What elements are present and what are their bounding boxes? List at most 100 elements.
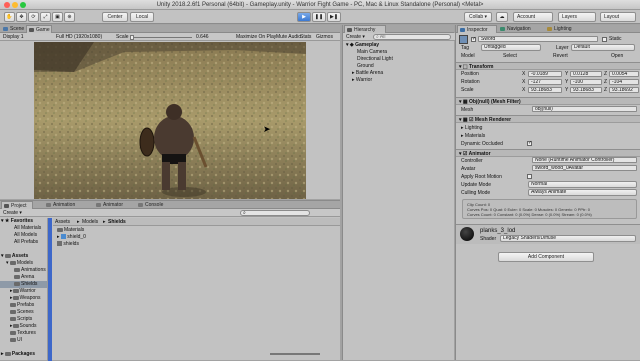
tab-hierarchy[interactable]: Hierarchy <box>344 25 386 33</box>
rotate-tool-button[interactable]: ⟳ <box>28 12 39 22</box>
rotation-y-field[interactable]: -100 <box>570 79 602 85</box>
move-tool-button[interactable]: ✥ <box>16 12 27 22</box>
gizmos-dropdown[interactable]: Gizmos <box>316 34 333 40</box>
update-mode-dropdown[interactable]: Normal <box>528 181 637 188</box>
tab-animation[interactable]: Animation <box>44 201 82 209</box>
materials-foldout[interactable]: ▸ Materials <box>461 133 485 139</box>
tab-lighting[interactable]: Lighting <box>545 25 585 33</box>
tree-scenes[interactable]: Scenes <box>0 309 47 316</box>
hierarchy-item-main-camera[interactable]: Main Camera <box>343 49 454 56</box>
maximize-on-play-toggle[interactable]: Maximize On Play <box>236 34 276 40</box>
project-create-dropdown[interactable]: Create ▾ <box>3 210 22 216</box>
display-dropdown[interactable]: Display 1 <box>3 34 24 40</box>
tree-textures[interactable]: Textures <box>0 330 47 337</box>
hierarchy-item-ground[interactable]: Ground <box>343 63 454 70</box>
tab-project[interactable]: Project <box>1 201 33 209</box>
layout-dropdown[interactable]: Layout <box>600 12 636 22</box>
account-dropdown[interactable]: Account <box>513 12 553 22</box>
tree-animations[interactable]: Animations <box>0 267 47 274</box>
file-shields[interactable]: shields <box>57 241 177 248</box>
rect-tool-button[interactable]: ▣ <box>52 12 63 22</box>
tree-arena[interactable]: Arena <box>0 274 47 281</box>
tree-scrollbar[interactable] <box>48 218 52 361</box>
rotation-x-field[interactable]: -127 <box>528 79 562 85</box>
favorites-item[interactable]: ▾ ★ Favorites <box>0 218 47 225</box>
breadcrumb-shields[interactable]: Shields <box>108 219 126 225</box>
tree-scripts[interactable]: Scripts <box>0 316 47 323</box>
prefab-select-button[interactable]: Select <box>503 53 517 59</box>
favorites-all-materials[interactable]: All Materials <box>0 225 47 232</box>
tree-sounds[interactable]: ▸ Sounds <box>0 323 47 330</box>
favorites-all-models[interactable]: All Models <box>0 232 47 239</box>
hierarchy-create-dropdown[interactable]: Create ▾ <box>346 34 365 40</box>
hierarchy-scene-root[interactable]: ▾ ◆ Gameplay <box>343 42 454 49</box>
scale-tool-button[interactable]: ⤢ <box>40 12 51 22</box>
prefab-revert-button[interactable]: Revert <box>553 53 568 59</box>
scale-slider[interactable] <box>130 35 192 40</box>
stats-toggle[interactable]: Stats <box>300 34 311 40</box>
scale-slider-handle[interactable] <box>130 35 134 40</box>
mute-audio-toggle[interactable]: Mute Audio <box>276 34 301 40</box>
tab-navigation[interactable]: Navigation <box>498 25 544 33</box>
object-active-checkbox[interactable]: ✓ <box>471 37 476 42</box>
step-button[interactable]: ▶❚ <box>327 12 341 22</box>
file-materials[interactable]: Materials <box>57 227 177 234</box>
object-name-field[interactable]: Sword <box>478 36 598 42</box>
tag-dropdown[interactable]: Untagged <box>481 44 541 51</box>
resolution-dropdown[interactable]: Full HD (1920x1080) <box>56 34 102 40</box>
breadcrumb-assets[interactable]: Assets <box>55 219 70 225</box>
minimize-window-icon[interactable] <box>12 2 18 8</box>
pivot-local-button[interactable]: Local <box>130 12 154 22</box>
controller-field[interactable]: None (Runtime Animator Controller) <box>532 157 637 163</box>
tree-warrior[interactable]: ▸ Warrior <box>0 288 47 295</box>
tree-packages[interactable]: ▸ Packages <box>0 351 47 358</box>
tree-weapons[interactable]: ▸ Weapons <box>0 295 47 302</box>
play-button[interactable]: ▶ <box>297 12 311 22</box>
add-component-button[interactable]: Add Component <box>498 252 594 262</box>
prefab-open-button[interactable]: Open <box>611 53 623 59</box>
animator-header[interactable]: ▾ ☑ Animator <box>456 149 640 157</box>
pause-button[interactable]: ❚❚ <box>312 12 326 22</box>
tab-console[interactable]: Console <box>136 201 172 209</box>
hierarchy-item-warrior[interactable]: ▸ Warrior <box>343 77 454 84</box>
rotation-z-field[interactable]: -104 <box>609 79 639 85</box>
hierarchy-item-directional-light[interactable]: Directional Light <box>343 56 454 63</box>
collab-dropdown[interactable]: Collab ▾ <box>464 12 492 22</box>
tree-ui[interactable]: UI <box>0 337 47 344</box>
tree-prefabs[interactable]: Prefabs <box>0 302 47 309</box>
hand-tool-button[interactable]: ✋ <box>4 12 15 22</box>
tree-shields-selected[interactable]: Shields <box>0 281 47 288</box>
mesh-field[interactable]: obj(null) <box>532 106 637 112</box>
assets-item[interactable]: ▾ Assets <box>0 253 47 260</box>
mesh-renderer-header[interactable]: ▾ ▦ ☑ Mesh Renderer <box>456 115 640 123</box>
transform-tool-button[interactable]: ⊕ <box>64 12 75 22</box>
tab-inspector[interactable]: Inspector <box>457 25 497 33</box>
scale-x-field[interactable]: 93.18683 <box>528 87 562 93</box>
zoom-window-icon[interactable] <box>20 2 26 8</box>
position-x-field[interactable]: -0.0189 <box>528 71 562 77</box>
layers-dropdown[interactable]: Layers <box>558 12 596 22</box>
icon-size-slider[interactable] <box>270 353 320 355</box>
file-shield-0[interactable]: ▸ shield_0 <box>57 234 177 241</box>
hierarchy-item-battle-arena[interactable]: ▸ Battle Arena <box>343 70 454 77</box>
mesh-filter-header[interactable]: ▾ ▦ Obj(null) (Mesh Filter) <box>456 97 640 105</box>
dynamic-occluded-checkbox[interactable]: ✓ <box>527 141 532 146</box>
game-viewport[interactable]: ➤ <box>34 42 306 199</box>
lighting-foldout[interactable]: ▸ Lighting <box>461 125 482 131</box>
breadcrumb-models[interactable]: Models <box>82 219 98 225</box>
static-checkbox[interactable] <box>602 37 607 42</box>
tree-models[interactable]: ▾ Models <box>0 260 47 267</box>
cloud-icon[interactable]: ☁ <box>496 12 508 22</box>
favorites-all-prefabs[interactable]: All Prefabs <box>0 239 47 246</box>
pivot-center-button[interactable]: Center <box>102 12 128 22</box>
shader-dropdown[interactable]: Legacy Shaders/Diffuse <box>500 235 636 242</box>
apply-root-motion-checkbox[interactable] <box>527 174 532 179</box>
project-search-input[interactable]: ⌕ <box>240 210 310 216</box>
transform-header[interactable]: ▾ ⬚ Transform <box>456 62 640 70</box>
tab-game[interactable]: Game <box>26 25 52 33</box>
tab-animator[interactable]: Animator <box>94 201 130 209</box>
culling-mode-dropdown[interactable]: Always Animate <box>528 189 637 196</box>
scale-y-field[interactable]: 93.18683 <box>570 87 602 93</box>
avatar-field[interactable]: sword_wood_0Avatar <box>532 165 637 171</box>
hierarchy-search-input[interactable]: ⌕ All <box>373 34 451 40</box>
